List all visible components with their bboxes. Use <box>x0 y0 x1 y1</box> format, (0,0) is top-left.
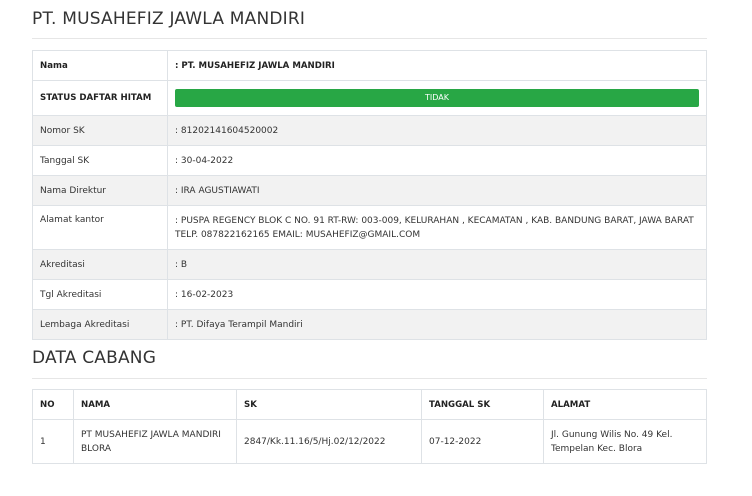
column-header: ALAMAT <box>543 389 707 420</box>
info-label: Akreditasi <box>32 249 168 280</box>
company-info-table: Nama : PT. MUSAHEFIZ JAWLA MANDIRI STATU… <box>32 50 707 340</box>
info-value: : IRA AGUSTIAWATI <box>167 175 707 206</box>
table-row: 1 PT MUSAHEFIZ JAWLA MANDIRI BLORA 2847/… <box>32 419 707 464</box>
info-label: Nomor SK <box>32 115 168 146</box>
section-title-branches: DATA CABANG <box>32 348 157 368</box>
divider <box>32 378 707 379</box>
info-row-nama: Nama : PT. MUSAHEFIZ JAWLA MANDIRI <box>32 50 707 81</box>
info-label: Nama <box>32 50 168 81</box>
info-row: Tanggal SK : 30-04-2022 <box>32 145 707 176</box>
page-title: PT. MUSAHEFIZ JAWLA MANDIRI <box>32 9 306 29</box>
info-row: Nama Direktur : IRA AGUSTIAWATI <box>32 175 707 206</box>
cell-nama: PT MUSAHEFIZ JAWLA MANDIRI BLORA <box>73 419 237 464</box>
column-header: NO <box>32 389 74 420</box>
info-label: Lembaga Akreditasi <box>32 309 168 340</box>
cell-alamat: Jl. Gunung Wilis No. 49 Kel. Tempelan Ke… <box>543 419 707 464</box>
info-value: : B <box>167 249 707 280</box>
info-row: Nomor SK : 81202141604520002 <box>32 115 707 146</box>
info-value: : PT. Difaya Terampil Mandiri <box>167 309 707 340</box>
info-row: Akreditasi : B <box>32 249 707 280</box>
info-label: STATUS DAFTAR HITAM <box>32 80 168 116</box>
divider <box>32 38 707 39</box>
info-value: : 30-04-2022 <box>167 145 707 176</box>
info-value-cell: TIDAK <box>167 80 707 116</box>
info-value: : PUSPA REGENCY BLOK C NO. 91 RT-RW: 003… <box>167 205 707 250</box>
column-header: SK <box>236 389 422 420</box>
info-value: : 81202141604520002 <box>167 115 707 146</box>
status-badge: TIDAK <box>175 89 699 107</box>
info-value: : PT. MUSAHEFIZ JAWLA MANDIRI <box>167 50 707 81</box>
cell-tanggal-sk: 07-12-2022 <box>421 419 544 464</box>
cell-no: 1 <box>32 419 74 464</box>
info-value: : 16-02-2023 <box>167 279 707 310</box>
info-label: Tgl Akreditasi <box>32 279 168 310</box>
cell-sk: 2847/Kk.11.16/5/Hj.02/12/2022 <box>236 419 422 464</box>
info-label: Nama Direktur <box>32 175 168 206</box>
info-row: Alamat kantor : PUSPA REGENCY BLOK C NO.… <box>32 205 707 250</box>
table-header-row: NO NAMA SK TANGGAL SK ALAMAT <box>32 389 707 420</box>
info-row: Lembaga Akreditasi : PT. Difaya Terampil… <box>32 309 707 340</box>
info-row-status: STATUS DAFTAR HITAM TIDAK <box>32 80 707 116</box>
column-header: NAMA <box>73 389 237 420</box>
info-label: Tanggal SK <box>32 145 168 176</box>
column-header: TANGGAL SK <box>421 389 544 420</box>
info-label: Alamat kantor <box>32 205 168 250</box>
branches-table: NO NAMA SK TANGGAL SK ALAMAT 1 PT MUSAHE… <box>32 389 707 464</box>
info-row: Tgl Akreditasi : 16-02-2023 <box>32 279 707 310</box>
